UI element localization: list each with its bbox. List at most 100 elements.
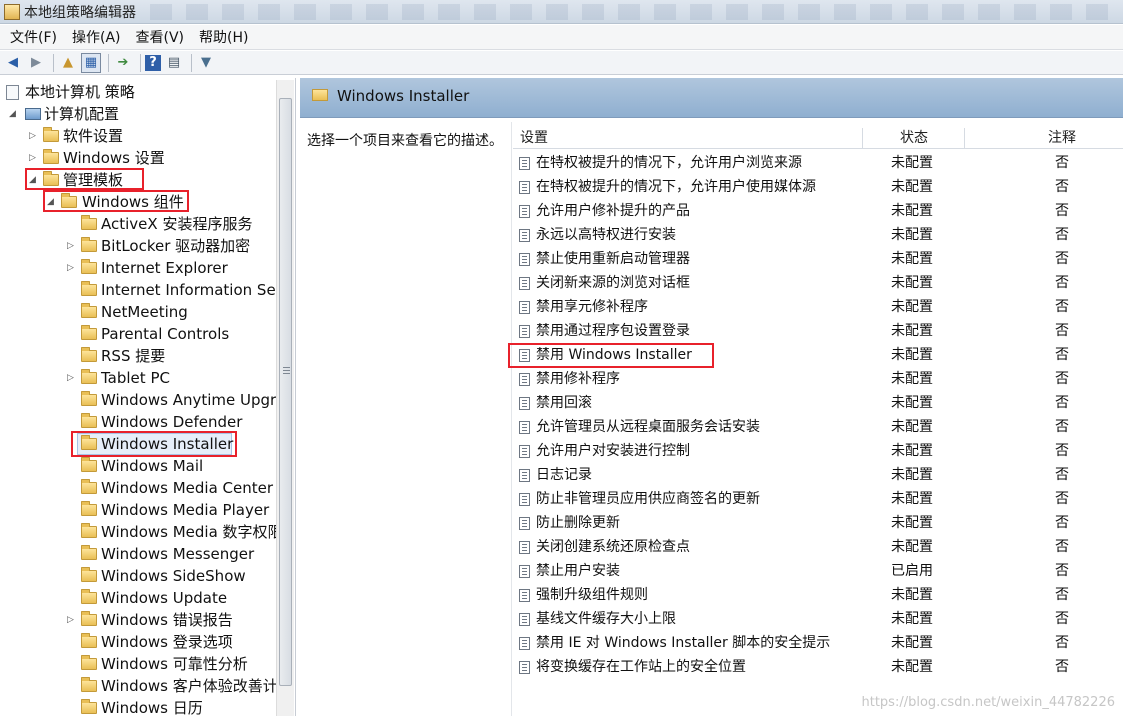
up-folder-icon[interactable]: ▲ — [58, 53, 78, 73]
setting-state: 未配置 — [891, 587, 933, 603]
column-divider[interactable] — [964, 128, 965, 149]
collapsed-arrow-icon[interactable]: ▷ — [29, 147, 39, 169]
tree-item-component[interactable]: ActiveX 安装程序服务 — [0, 213, 276, 235]
tree-item-component[interactable]: Windows 日历 — [0, 697, 276, 716]
setting-row[interactable]: 禁用享元修补程序 未配置 否 — [513, 295, 1123, 319]
export-list-icon[interactable]: ➔ — [113, 53, 133, 73]
setting-row[interactable]: 允许用户修补提升的产品 未配置 否 — [513, 199, 1123, 223]
tree-item-component[interactable]: Windows Media Center — [0, 477, 276, 499]
tree-item-windows-settings[interactable]: ▷ Windows 设置 — [0, 147, 276, 169]
setting-note: 否 — [1055, 203, 1069, 219]
setting-row[interactable]: 防止非管理员应用供应商签名的更新 未配置 否 — [513, 487, 1123, 511]
setting-name: 关闭创建系统还原检查点 — [536, 539, 690, 555]
expanded-arrow-icon[interactable]: ◢ — [47, 191, 57, 213]
expanded-arrow-icon[interactable]: ◢ — [9, 103, 19, 125]
setting-row[interactable]: 基线文件缓存大小上限 未配置 否 — [513, 607, 1123, 631]
collapsed-arrow-icon[interactable]: ▷ — [67, 367, 77, 389]
setting-row[interactable]: 允许用户对安装进行控制 未配置 否 — [513, 439, 1123, 463]
menu-help[interactable]: 帮助(H) — [193, 27, 257, 47]
setting-state: 未配置 — [891, 155, 933, 171]
column-state[interactable]: 状态 — [900, 128, 928, 149]
tree-label: Windows Update — [101, 589, 228, 607]
setting-row[interactable]: 关闭创建系统还原检查点 未配置 否 — [513, 535, 1123, 559]
tree-item-component[interactable]: ▷ Tablet PC — [0, 367, 276, 389]
tree-item-software-settings[interactable]: ▷ 软件设置 — [0, 125, 276, 147]
setting-state: 未配置 — [891, 179, 933, 195]
tree-item-component[interactable]: ▷ Windows 错误报告 — [0, 609, 276, 631]
tree-item-component[interactable]: Windows 客户体验改善计 — [0, 675, 278, 697]
policy-setting-icon — [519, 229, 530, 242]
tree-item-component[interactable]: Windows Messenger — [0, 543, 276, 565]
tree-item-component[interactable]: RSS 提要 — [0, 345, 276, 367]
collapsed-arrow-icon[interactable]: ▷ — [67, 257, 77, 279]
setting-row[interactable]: 日志记录 未配置 否 — [513, 463, 1123, 487]
setting-row[interactable]: 防止删除更新 未配置 否 — [513, 511, 1123, 535]
help-icon[interactable]: ? — [145, 54, 161, 71]
tree-label: BitLocker 驱动器加密 — [101, 237, 251, 255]
tree-item-component[interactable]: Windows Media Player — [0, 499, 276, 521]
title-bar: 本地组策略编辑器 — [0, 0, 1123, 24]
menu-action[interactable]: 操作(A) — [66, 27, 130, 47]
tree-item-admin-templates[interactable]: ◢ 管理模板 — [0, 169, 276, 191]
tree-item-component[interactable]: Internet Information Ser — [0, 279, 282, 301]
tree-item-component[interactable]: ▷ Internet Explorer — [0, 257, 276, 279]
menu-view[interactable]: 查看(V) — [130, 27, 194, 47]
tree-item-component[interactable]: Windows 登录选项 — [0, 631, 276, 653]
show-hide-tree-icon[interactable]: ▦ — [81, 52, 101, 73]
tree-item-component[interactable]: Windows Defender — [0, 411, 276, 433]
policy-setting-icon — [519, 493, 530, 506]
tree-scrollbar[interactable] — [276, 80, 294, 716]
expanded-arrow-icon[interactable]: ◢ — [29, 169, 39, 191]
setting-row-disable-windows-installer[interactable]: 禁用 Windows Installer 未配置 否 — [513, 343, 1123, 367]
tree-item-component[interactable]: Windows 可靠性分析 — [0, 653, 276, 675]
setting-row[interactable]: 允许管理员从远程桌面服务会话安装 未配置 否 — [513, 415, 1123, 439]
setting-row[interactable]: 在特权被提升的情况下，允许用户浏览来源 未配置 否 — [513, 151, 1123, 175]
tree-item-component[interactable]: Windows SideShow — [0, 565, 276, 587]
properties-icon[interactable]: ▤ — [164, 53, 184, 73]
setting-state: 未配置 — [891, 611, 933, 627]
column-setting[interactable]: 设置 — [520, 128, 548, 149]
column-note[interactable]: 注释 — [1048, 128, 1076, 149]
scrollbar-thumb[interactable] — [279, 98, 292, 686]
setting-row[interactable]: 禁用修补程序 未配置 否 — [513, 367, 1123, 391]
setting-name: 禁用通过程序包设置登录 — [536, 323, 690, 339]
collapsed-arrow-icon[interactable]: ▷ — [67, 609, 77, 631]
tree-item-component[interactable]: NetMeeting — [0, 301, 276, 323]
setting-row[interactable]: 禁用 IE 对 Windows Installer 脚本的安全提示 未配置 否 — [513, 631, 1123, 655]
setting-row[interactable]: 强制升级组件规则 未配置 否 — [513, 583, 1123, 607]
setting-row[interactable]: 禁止使用重新启动管理器 未配置 否 — [513, 247, 1123, 271]
setting-row[interactable]: 永远以高特权进行安装 未配置 否 — [513, 223, 1123, 247]
policy-setting-icon — [519, 517, 530, 530]
divider — [511, 122, 512, 716]
policy-setting-icon — [519, 277, 530, 290]
tree-item-component[interactable]: Windows Anytime Upgr — [0, 389, 276, 411]
tree-item-component[interactable]: Parental Controls — [0, 323, 276, 345]
setting-row[interactable]: 在特权被提升的情况下，允许用户使用媒体源 未配置 否 — [513, 175, 1123, 199]
setting-row[interactable]: 将变换缓存在工作站上的安全位置 未配置 否 — [513, 655, 1123, 679]
tree-item-component[interactable]: Windows Mail — [0, 455, 276, 477]
tree-item-component[interactable]: ▷ BitLocker 驱动器加密 — [0, 235, 276, 257]
collapsed-arrow-icon[interactable]: ▷ — [67, 235, 77, 257]
policy-setting-icon — [519, 613, 530, 626]
setting-row[interactable]: 禁用回滚 未配置 否 — [513, 391, 1123, 415]
tree-item-component[interactable]: Windows Update — [0, 587, 276, 609]
tree-label: Tablet PC — [101, 369, 170, 387]
setting-name: 防止非管理员应用供应商签名的更新 — [536, 491, 760, 507]
setting-row[interactable]: 禁止用户安装 已启用 否 — [513, 559, 1123, 583]
setting-row[interactable]: 禁用通过程序包设置登录 未配置 否 — [513, 319, 1123, 343]
filter-icon[interactable]: ▼ — [196, 53, 216, 73]
setting-state: 未配置 — [891, 467, 933, 483]
tree-item-component[interactable]: Windows Media 数字权限 — [0, 521, 283, 543]
tree-item-computer-config[interactable]: ◢ 计算机配置 — [0, 103, 276, 125]
tree-item-windows-components[interactable]: ◢ Windows 组件 — [0, 191, 276, 213]
tree-item-windows-installer[interactable]: Windows Installer — [0, 433, 276, 455]
policy-setting-icon — [519, 181, 530, 194]
back-icon[interactable]: ◀ — [3, 53, 23, 73]
setting-state: 未配置 — [891, 275, 933, 291]
tree-item-local-policy[interactable]: 本地计算机 策略 — [0, 81, 276, 103]
forward-icon[interactable]: ▶ — [26, 53, 46, 73]
menu-file[interactable]: 文件(F) — [4, 27, 66, 47]
collapsed-arrow-icon[interactable]: ▷ — [29, 125, 39, 147]
column-divider[interactable] — [862, 128, 863, 149]
setting-row[interactable]: 关闭新来源的浏览对话框 未配置 否 — [513, 271, 1123, 295]
